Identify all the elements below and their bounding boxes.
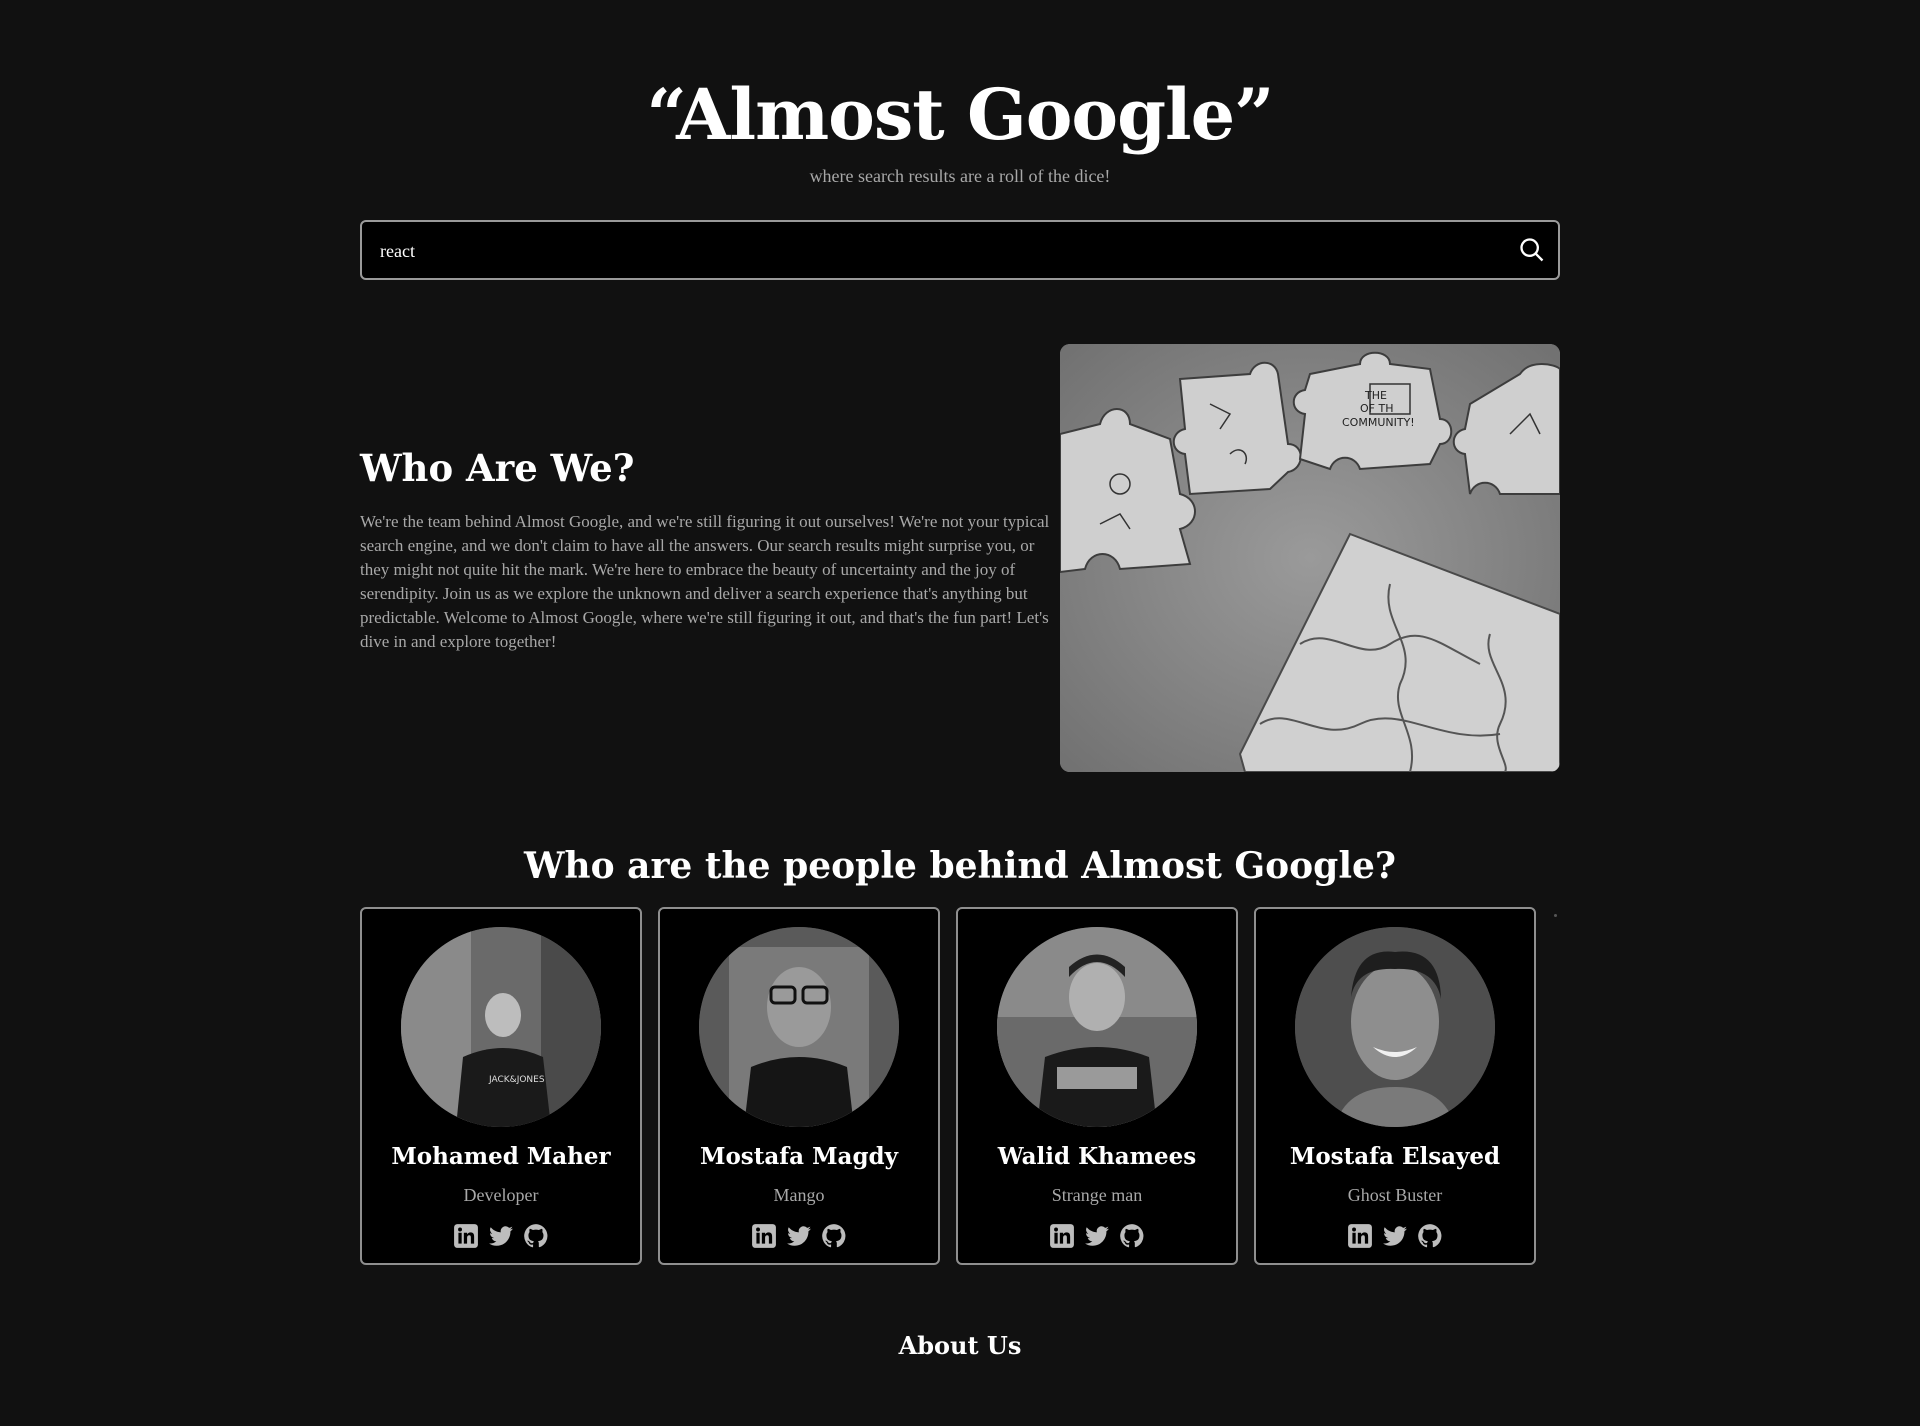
member-role: Mango (773, 1185, 825, 1205)
avatar (699, 927, 899, 1127)
team-card: Mostafa Magdy Mango (658, 907, 940, 1265)
avatar (997, 927, 1197, 1127)
decorative-dot (1554, 914, 1557, 917)
twitter-icon[interactable] (1382, 1223, 1408, 1249)
member-role: Ghost Buster (1347, 1185, 1443, 1205)
search-bar (360, 220, 1560, 280)
who-are-we-text: We're the team behind Almost Google, and… (360, 512, 1050, 651)
linkedin-icon[interactable] (751, 1223, 777, 1249)
social-links (1256, 1223, 1534, 1251)
member-name: Mostafa Magdy (700, 1143, 898, 1170)
twitter-icon[interactable] (786, 1223, 812, 1249)
github-icon[interactable] (523, 1223, 549, 1249)
github-icon[interactable] (1417, 1223, 1443, 1249)
social-links (362, 1223, 640, 1251)
svg-text:OF TH: OF TH (1360, 402, 1393, 415)
team-card: Walid Khamees Strange man (956, 907, 1238, 1265)
twitter-icon[interactable] (488, 1223, 514, 1249)
member-role: Strange man (1051, 1185, 1143, 1205)
svg-text:COMMUNITY!: COMMUNITY! (1342, 416, 1415, 429)
member-name: Mostafa Elsayed (1289, 1143, 1501, 1170)
avatar: JACK&JONES (401, 927, 601, 1127)
github-icon[interactable] (1119, 1223, 1145, 1249)
site-subtitle: where search results are a roll of the d… (809, 166, 1111, 186)
social-links (958, 1223, 1236, 1251)
site-title: “Almost Google” (646, 73, 1275, 156)
linkedin-icon[interactable] (1347, 1223, 1373, 1249)
member-name: Walid Khamees (997, 1143, 1197, 1170)
twitter-icon[interactable] (1084, 1223, 1110, 1249)
about-us-link[interactable]: About Us (360, 1326, 1560, 1366)
team-card: JACK&JONES Mohamed Maher Developer (360, 907, 642, 1265)
people-heading: Who are the people behind Almost Google? (523, 845, 1397, 887)
linkedin-icon[interactable] (453, 1223, 479, 1249)
team-card: Mostafa Elsayed Ghost Buster (1254, 907, 1536, 1265)
svg-text:JACK&JONES: JACK&JONES (488, 1075, 545, 1085)
member-role: Developer (463, 1185, 539, 1205)
search-input[interactable] (378, 222, 1482, 280)
member-name: Mohamed Maher (391, 1143, 611, 1170)
puzzle-image: THE OF TH COMMUNITY! (1060, 344, 1560, 772)
search-icon[interactable] (1518, 236, 1546, 264)
avatar (1295, 927, 1495, 1127)
linkedin-icon[interactable] (1049, 1223, 1075, 1249)
social-links (660, 1223, 938, 1251)
github-icon[interactable] (821, 1223, 847, 1249)
who-are-we-heading: Who Are We? (360, 446, 635, 490)
svg-text:THE: THE (1364, 389, 1387, 402)
